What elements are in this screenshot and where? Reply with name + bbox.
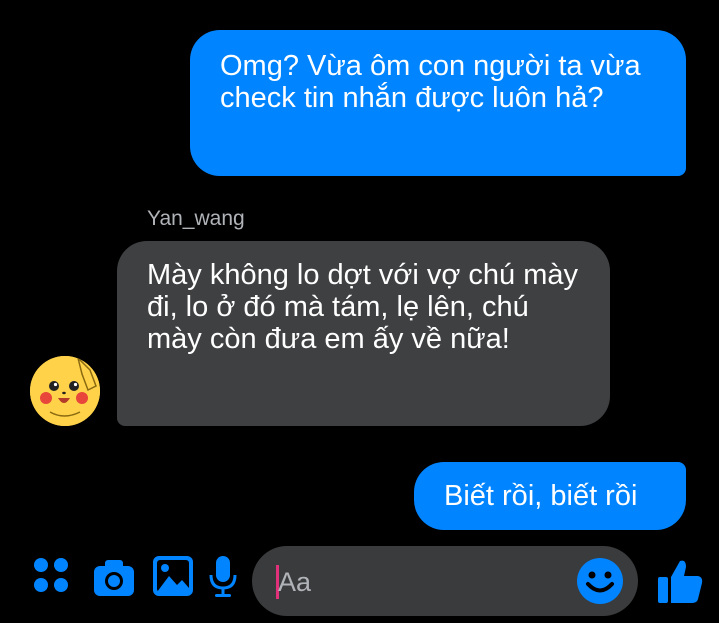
pikachu-avatar-icon [30,356,100,426]
message-bubble-outgoing[interactable]: Omg? Vừa ôm con người ta vừa check tin n… [190,30,686,176]
camera-icon[interactable] [92,558,136,598]
message-input-placeholder: Aa [278,567,312,597]
apps-icon[interactable] [31,555,71,595]
message-text: Biết rồi, biết rồi [444,480,638,512]
message-bubble-outgoing[interactable]: Biết rồi, biết rồi [414,462,686,530]
sender-name: Yan_wang [147,207,245,230]
emoji-icon[interactable] [576,557,624,605]
message-text: Mày không lo dợt với vợ chú mày đi, lo ở… [147,259,578,355]
avatar[interactable] [30,356,100,426]
thumbs-up-icon[interactable] [656,557,704,605]
message-text: Omg? Vừa ôm con người ta vừa check tin n… [220,50,641,114]
message-bubble-incoming[interactable]: Mày không lo dợt với vợ chú mày đi, lo ở… [117,241,610,426]
image-icon[interactable] [152,555,194,597]
microphone-icon[interactable] [207,555,239,599]
